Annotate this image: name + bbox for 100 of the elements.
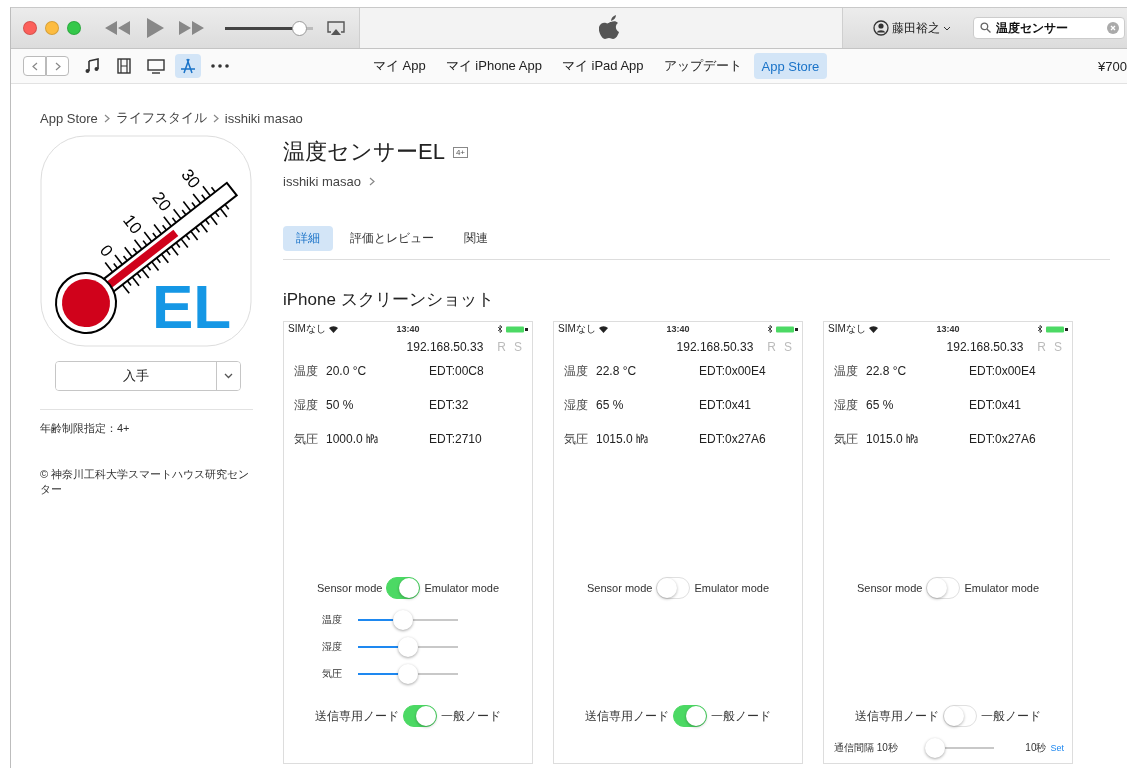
- slider-label: 温度: [322, 613, 343, 627]
- reading-value: 1015.0 ㍱: [596, 432, 650, 446]
- back-button[interactable]: [23, 56, 46, 76]
- r-label: R: [767, 339, 776, 354]
- s-label: S: [784, 339, 792, 354]
- carrier-text: SIMなし: [288, 322, 326, 336]
- reading-label: 温度: [294, 364, 319, 378]
- section-title: iPhone スクリーンショット: [283, 289, 495, 311]
- reading-label: 湿度: [834, 398, 859, 412]
- chevron-right-icon: [369, 177, 376, 186]
- detail-tab[interactable]: 詳細: [283, 226, 333, 251]
- switch-label: 一般ノード: [711, 707, 771, 725]
- zoom-button[interactable]: [67, 21, 81, 35]
- toggle-switch[interactable]: [386, 577, 421, 599]
- nav-tab[interactable]: App Store: [753, 53, 828, 79]
- bluetooth-icon: [768, 325, 773, 333]
- search-field[interactable]: 温度センサー: [973, 17, 1125, 39]
- carrier-text: SIMなし: [828, 322, 866, 336]
- toggle-switch[interactable]: [403, 705, 437, 727]
- play-icon[interactable]: [145, 18, 165, 38]
- switch-label: Emulator mode: [424, 582, 499, 594]
- minimize-button[interactable]: [45, 21, 59, 35]
- edt-value: EDT:2710: [429, 432, 483, 446]
- reading-label: 温度: [564, 364, 589, 378]
- edt-value: EDT:0x00E4: [699, 364, 767, 378]
- switch-label: Sensor mode: [857, 582, 923, 594]
- slider[interactable]: [358, 664, 458, 684]
- reading-label: 湿度: [564, 398, 589, 412]
- switch-label: Emulator mode: [964, 582, 1039, 594]
- account-menu[interactable]: 藤田裕之: [843, 19, 973, 37]
- close-button[interactable]: [23, 21, 37, 35]
- volume-thumb[interactable]: [291, 20, 307, 36]
- slider-thumb[interactable]: [398, 664, 418, 684]
- bluetooth-icon: [498, 325, 503, 333]
- music-note-icon: [84, 58, 100, 74]
- chevron-left-icon: [31, 61, 38, 71]
- app-icon: 0 10 20 30 EL: [40, 135, 252, 347]
- reading-value: 65 %: [866, 398, 895, 412]
- r-label: R: [1037, 339, 1046, 354]
- volume-slider[interactable]: [225, 20, 313, 36]
- chevron-right-icon: [103, 113, 110, 123]
- slider[interactable]: [358, 637, 458, 657]
- interval-value: 10秒: [1025, 741, 1047, 755]
- s-label: S: [514, 339, 522, 354]
- nav-tab[interactable]: マイ iPad App: [553, 53, 652, 79]
- reading-label: 気圧: [564, 432, 589, 446]
- toggle-switch[interactable]: [673, 705, 707, 727]
- toggle-switch[interactable]: [926, 577, 961, 599]
- slider[interactable]: [928, 738, 994, 758]
- set-link[interactable]: Set: [1050, 743, 1064, 753]
- s-label: S: [1054, 339, 1062, 354]
- detail-tab[interactable]: 評価とレビュー: [337, 226, 447, 251]
- forward-button[interactable]: [46, 56, 69, 76]
- slider-thumb[interactable]: [398, 637, 418, 657]
- battery-icon: [776, 325, 798, 333]
- wifi-icon: [328, 325, 338, 333]
- breadcrumb-link[interactable]: ライフスタイル: [115, 109, 207, 127]
- app-title: 温度センサーEL: [283, 138, 445, 166]
- slider-thumb[interactable]: [393, 610, 413, 630]
- edt-value: EDT:32: [429, 398, 470, 412]
- dropdown-button[interactable]: [216, 362, 240, 390]
- switch-label: 送信専用ノード: [855, 707, 939, 725]
- user-icon: [873, 20, 889, 36]
- slider-label: 気圧: [322, 667, 343, 681]
- breadcrumb-link[interactable]: App Store: [40, 110, 98, 126]
- toggle-switch[interactable]: [656, 577, 691, 599]
- nav-tab[interactable]: アップデート: [655, 53, 750, 79]
- caret-icon: [224, 373, 233, 379]
- nav-tab[interactable]: マイ App: [365, 53, 434, 79]
- reading-label: 気圧: [294, 432, 319, 446]
- detail-tab[interactable]: 関連: [451, 226, 501, 251]
- r-label: R: [497, 339, 506, 354]
- balance-text: ¥700: [1098, 58, 1127, 74]
- reading-value: 1000.0 ㍱: [326, 432, 380, 446]
- search-icon: [980, 22, 991, 33]
- reading-label: 湿度: [294, 398, 319, 412]
- interval-label: 通信間隔 10秒: [834, 741, 899, 755]
- status-time: 13:40: [665, 324, 691, 334]
- chevron-right-icon: [212, 113, 219, 123]
- tv-icon: [147, 58, 165, 74]
- switch-label: 送信専用ノード: [585, 707, 669, 725]
- clear-icon[interactable]: [1107, 22, 1119, 34]
- developer-link[interactable]: isshiki masao: [283, 174, 1110, 189]
- airplay-icon[interactable]: [327, 20, 345, 36]
- film-icon: [117, 58, 131, 74]
- slider[interactable]: [358, 610, 458, 630]
- carrier-text: SIMなし: [558, 322, 596, 336]
- fast-forward-icon[interactable]: [179, 21, 205, 35]
- toggle-switch[interactable]: [943, 705, 977, 727]
- edt-value: EDT:0x27A6: [969, 432, 1037, 446]
- slider-thumb[interactable]: [924, 738, 945, 758]
- switch-label: Sensor mode: [317, 582, 383, 594]
- bluetooth-icon: [1038, 325, 1043, 333]
- ip-address: 192.168.50.33: [676, 339, 754, 354]
- nav-tab[interactable]: マイ iPhone App: [437, 53, 550, 79]
- status-time: 13:40: [395, 324, 421, 334]
- switch-label: 送信専用ノード: [315, 707, 399, 725]
- age-badge: 4+: [452, 146, 469, 158]
- breadcrumb-link[interactable]: isshiki masao: [224, 110, 303, 126]
- rewind-icon[interactable]: [105, 21, 131, 35]
